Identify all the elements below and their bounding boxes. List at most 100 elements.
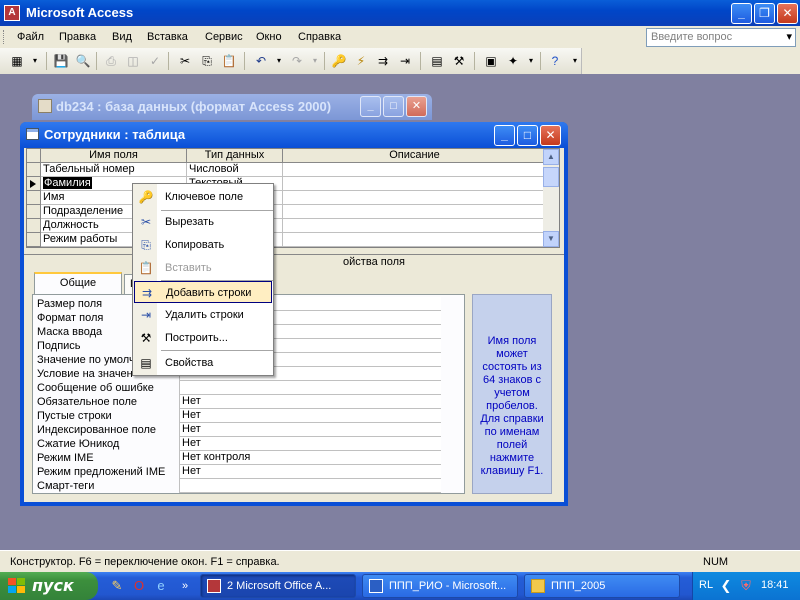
minimize-button[interactable]: _ [731,3,752,24]
scroll-up-icon[interactable]: ▲ [543,149,559,165]
new-object-dropdown-icon[interactable]: ▾ [522,52,540,70]
scroll-down-icon[interactable]: ▼ [543,231,559,247]
property-row[interactable]: Смарт-теги [37,479,441,493]
property-row[interactable]: Обязательное поле Нет [37,395,441,409]
menu-window[interactable]: Окно [256,31,282,43]
cut-icon[interactable]: ✂ [176,52,194,70]
close-button[interactable]: ✕ [777,3,798,24]
insert-rows-icon[interactable]: ⇉ [374,52,392,70]
quicklaunch-opera-icon[interactable]: O [130,577,148,595]
table-maximize-button[interactable]: □ [517,125,538,146]
quicklaunch-pencil-icon[interactable]: ✎ [108,577,126,595]
tray-shield-icon[interactable]: ⛨ [737,577,755,595]
db-maximize-button[interactable]: □ [383,96,404,117]
database-window-icon[interactable]: ▣ [482,52,500,70]
start-button[interactable]: пуск [0,572,98,600]
column-header-field-name[interactable]: Имя поля [41,149,187,163]
row-selector[interactable] [27,205,41,219]
property-value[interactable] [179,479,441,493]
row-selector[interactable] [27,177,41,191]
primary-key-icon[interactable]: 🔑 [330,52,348,70]
menu-file[interactable]: Файл [17,31,44,43]
toolbar-options-icon[interactable]: ▾ [566,52,584,70]
new-object-icon[interactable]: ✦ [504,52,522,70]
column-header-description[interactable]: Описание [283,149,547,163]
db-close-button[interactable]: ✕ [406,96,427,117]
app-titlebar[interactable]: A Microsoft Access _ ❐ ✕ [0,0,800,26]
restore-button[interactable]: ❐ [754,3,775,24]
row-selector[interactable] [27,219,41,233]
language-indicator[interactable]: RL [699,579,713,591]
description-cell[interactable] [283,233,547,247]
scroll-thumb[interactable] [543,167,559,187]
property-value[interactable]: Нет контроля [179,451,441,465]
context-item-copy[interactable]: ⎘ Копировать [134,234,272,256]
property-value[interactable]: Нет [179,465,441,479]
menu-grip[interactable] [3,30,6,44]
property-row[interactable]: Режим IME Нет контроля [37,451,441,465]
search-icon[interactable]: 🔍 [74,52,92,70]
property-row[interactable]: Сжатие Юникод Нет [37,437,441,451]
print-preview-icon[interactable]: ◫ [124,52,142,70]
table-design-window[interactable]: Сотрудники : таблица _ □ ✕ Имя поля Тип … [20,122,568,506]
undo-dropdown-icon[interactable]: ▾ [270,52,288,70]
menu-edit[interactable]: Правка [59,31,96,43]
data-type-cell[interactable]: Числовой [187,163,283,177]
table-row[interactable]: Подразделение [27,205,547,219]
property-value[interactable]: Нет [179,437,441,451]
table-window-titlebar[interactable]: Сотрудники : таблица _ □ ✕ [20,122,568,148]
table-minimize-button[interactable]: _ [494,125,515,146]
redo-dropdown-icon[interactable]: ▾ [306,52,324,70]
build-icon[interactable]: ⚒ [450,52,468,70]
paste-icon[interactable]: 📋 [220,52,238,70]
description-cell[interactable] [283,163,547,177]
quicklaunch-ie-icon[interactable]: e [152,577,170,595]
row-selector[interactable] [27,163,41,177]
view-dropdown-icon[interactable]: ▾ [26,52,44,70]
property-value[interactable]: Нет [179,423,441,437]
indexes-icon[interactable]: ⚡ [352,52,370,70]
description-cell[interactable] [283,205,547,219]
help-search-input[interactable]: Введите вопрос [646,28,796,47]
table-row[interactable]: Имя [27,191,547,205]
property-row[interactable]: Сообщение об ошибке [37,381,441,395]
menu-insert[interactable]: Вставка [147,31,188,43]
description-cell[interactable] [283,219,547,233]
spelling-icon[interactable]: ✓ [146,52,164,70]
print-icon[interactable]: ⎙ [102,52,120,70]
context-item-insert-rows[interactable]: ⇉ Добавить строки [134,281,272,303]
delete-rows-icon[interactable]: ⇥ [396,52,414,70]
view-icon[interactable]: ▦ [8,52,26,70]
help-icon[interactable]: ? [546,52,564,70]
property-row[interactable]: Индексированное поле Нет [37,423,441,437]
row-selector[interactable] [27,233,41,247]
grid-vertical-scrollbar[interactable]: ▲ ▼ [543,149,559,247]
context-item-paste[interactable]: 📋 Вставить [134,257,272,279]
description-cell[interactable] [283,177,547,191]
db-minimize-button[interactable]: _ [360,96,381,117]
property-row[interactable]: Режим предложений IME Нет [37,465,441,479]
menu-view[interactable]: Вид [112,31,132,43]
context-item-delete-rows[interactable]: ⇥ Удалить строки [134,304,272,326]
menu-help[interactable]: Справка [298,31,341,43]
taskbar-item-folder[interactable]: ППП_2005 [524,574,680,598]
property-value[interactable]: Нет [179,395,441,409]
table-row[interactable]: Фамилия Текстовый [27,177,547,191]
properties-icon[interactable]: ▤ [428,52,446,70]
save-icon[interactable]: 💾 [52,52,70,70]
description-cell[interactable] [283,191,547,205]
table-row[interactable]: Табельный номер Числовой [27,163,547,177]
undo-icon[interactable]: ↶ [252,52,270,70]
menu-tools[interactable]: Сервис [205,31,243,43]
redo-icon[interactable]: ↷ [288,52,306,70]
context-item-build[interactable]: ⚒ Построить... [134,327,272,349]
table-row[interactable]: Режим работы [27,233,547,247]
property-value[interactable] [179,381,441,395]
property-row[interactable]: Пустые строки Нет [37,409,441,423]
property-value[interactable]: Нет [179,409,441,423]
context-item-properties[interactable]: ▤ Свойства [134,352,272,374]
context-item-cut[interactable]: ✂ Вырезать [134,211,272,233]
context-item-primary-key[interactable]: 🔑 Ключевое поле [134,186,272,208]
field-name-cell[interactable]: Табельный номер [41,163,187,177]
tab-general[interactable]: Общие [34,272,122,294]
